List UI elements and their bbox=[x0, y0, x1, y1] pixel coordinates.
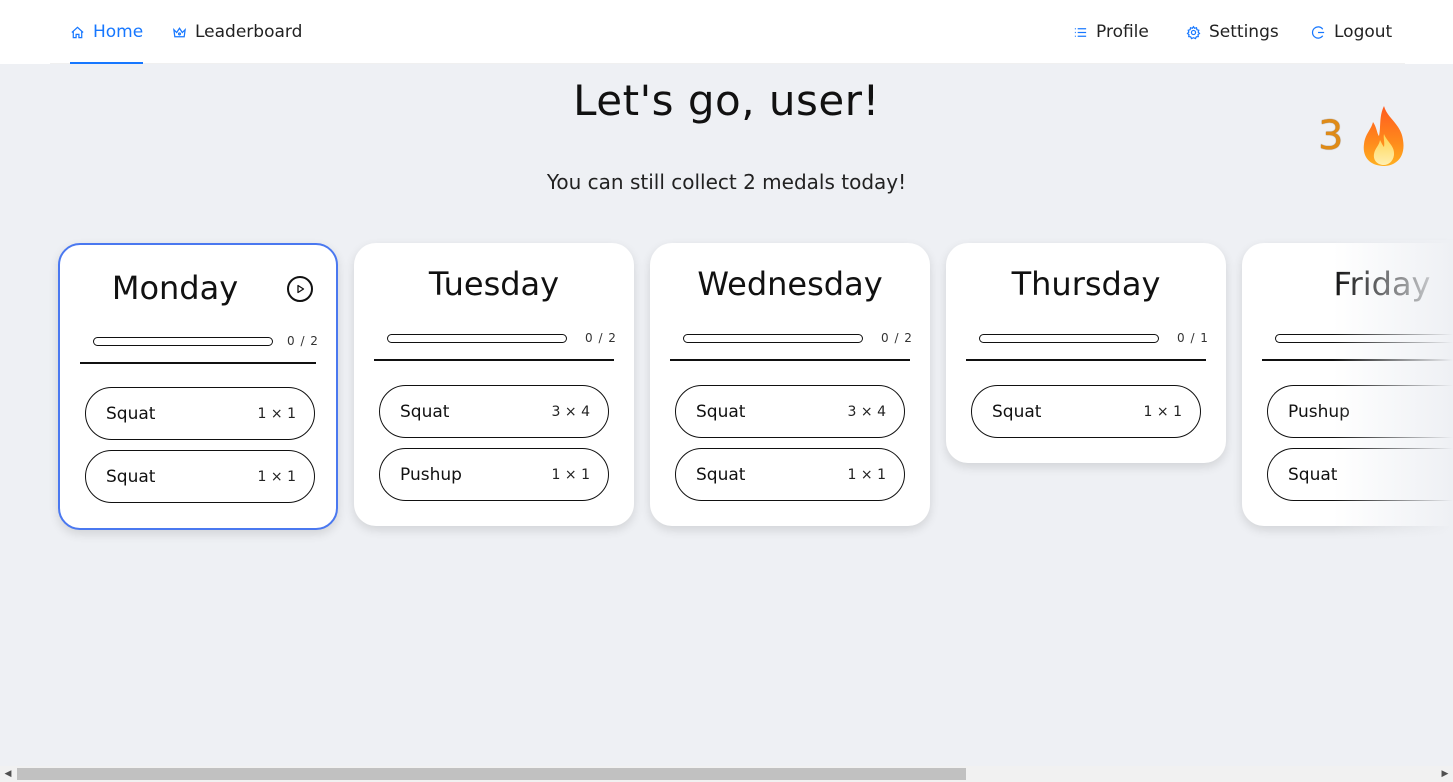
logout-icon bbox=[1311, 25, 1326, 40]
progress-text: 0 / 2 bbox=[585, 331, 617, 345]
exercise-sets: 1 × 1 bbox=[257, 405, 296, 422]
day-card-tuesday[interactable]: Tuesday 0 / 2 Squat 3 × 4 Pushup 1 × 1 bbox=[354, 243, 634, 526]
fire-icon bbox=[1364, 106, 1404, 166]
exercise-name: Squat bbox=[106, 466, 156, 487]
play-icon[interactable] bbox=[287, 276, 313, 302]
day-card-friday[interactable]: Friday Pushup Squat bbox=[1242, 243, 1453, 526]
nav-leaderboard[interactable]: Leaderboard bbox=[172, 0, 302, 64]
nav-home[interactable]: Home bbox=[70, 0, 144, 64]
nav-profile-label: Profile bbox=[1096, 22, 1149, 42]
exercise-item[interactable]: Squat 1 × 1 bbox=[675, 448, 905, 501]
day-title: Wednesday bbox=[697, 265, 883, 303]
day-card-thursday[interactable]: Thursday 0 / 1 Squat 1 × 1 bbox=[946, 243, 1226, 463]
exercise-item[interactable]: Squat 1 × 1 bbox=[85, 450, 315, 503]
exercise-item[interactable]: Squat 1 × 1 bbox=[971, 385, 1201, 438]
exercise-sets: 3 × 4 bbox=[551, 403, 590, 420]
exercise-name: Squat bbox=[106, 403, 156, 424]
exercise-item[interactable]: Squat 1 × 1 bbox=[85, 387, 315, 440]
exercise-item[interactable]: Squat 3 × 4 bbox=[379, 385, 609, 438]
exercise-sets: 3 × 4 bbox=[847, 403, 886, 420]
exercise-name: Squat bbox=[400, 401, 450, 422]
navbar-inner: Home Leaderboard Profile Settings Logout bbox=[50, 0, 1405, 64]
exercise-sets: 1 × 1 bbox=[847, 466, 886, 483]
day-card-monday[interactable]: Monday 0 / 2 Squat 1 × 1 Squat 1 × 1 bbox=[58, 243, 338, 530]
nav-settings-label: Settings bbox=[1209, 22, 1279, 42]
exercise-name: Squat bbox=[696, 401, 746, 422]
progress-text: 0 / 2 bbox=[287, 334, 319, 348]
progress-bar bbox=[979, 334, 1159, 343]
streak-counter: 3 bbox=[1318, 104, 1411, 168]
nav-profile[interactable]: Profile bbox=[1073, 0, 1149, 64]
progress-bar bbox=[387, 334, 567, 343]
card-divider bbox=[374, 359, 614, 361]
top-navbar: Home Leaderboard Profile Settings Logout bbox=[0, 0, 1453, 64]
exercise-name: Pushup bbox=[400, 464, 462, 485]
day-title: Thursday bbox=[1011, 265, 1161, 303]
crown-icon bbox=[172, 25, 187, 40]
home-icon bbox=[70, 25, 85, 40]
nav-logout[interactable]: Logout bbox=[1311, 0, 1392, 64]
card-divider bbox=[80, 362, 316, 364]
day-title: Friday bbox=[1333, 265, 1431, 303]
day-card-wednesday[interactable]: Wednesday 0 / 2 Squat 3 × 4 Squat 1 × 1 bbox=[650, 243, 930, 526]
card-divider bbox=[1262, 359, 1453, 361]
nav-home-label: Home bbox=[93, 22, 144, 42]
medals-subtitle: You can still collect 2 medals today! bbox=[546, 170, 907, 194]
card-divider bbox=[670, 359, 910, 361]
exercise-name: Squat bbox=[696, 464, 746, 485]
scroll-left-arrow-icon[interactable]: ◀ bbox=[0, 766, 16, 782]
exercise-item[interactable]: Squat bbox=[1267, 448, 1453, 501]
exercise-name: Squat bbox=[1288, 464, 1338, 485]
progress-bar bbox=[93, 337, 273, 346]
exercise-name: Squat bbox=[992, 401, 1042, 422]
exercise-item[interactable]: Pushup bbox=[1267, 385, 1453, 438]
scrollbar-thumb[interactable] bbox=[17, 768, 966, 780]
exercise-name: Pushup bbox=[1288, 401, 1350, 422]
progress-text: 0 / 2 bbox=[881, 331, 913, 345]
page-title: Let's go, user! bbox=[573, 76, 880, 125]
exercise-item[interactable]: Squat 3 × 4 bbox=[675, 385, 905, 438]
nav-leaderboard-label: Leaderboard bbox=[195, 22, 303, 42]
progress-bar bbox=[1275, 334, 1453, 343]
streak-count: 3 bbox=[1318, 113, 1344, 159]
nav-logout-label: Logout bbox=[1334, 22, 1393, 42]
progress-text: 0 / 1 bbox=[1177, 331, 1209, 345]
horizontal-scrollbar[interactable]: ◀ ▶ bbox=[0, 766, 1453, 782]
exercise-item[interactable]: Pushup 1 × 1 bbox=[379, 448, 609, 501]
weekday-cards: Monday 0 / 2 Squat 1 × 1 Squat 1 × 1 Tue… bbox=[0, 243, 1453, 543]
exercise-sets: 1 × 1 bbox=[1143, 403, 1182, 420]
nav-settings[interactable]: Settings bbox=[1186, 0, 1279, 64]
day-title: Tuesday bbox=[428, 265, 560, 303]
exercise-sets: 1 × 1 bbox=[551, 466, 590, 483]
scroll-right-arrow-icon[interactable]: ▶ bbox=[1437, 766, 1453, 782]
list-icon bbox=[1073, 25, 1088, 40]
exercise-sets: 1 × 1 bbox=[257, 468, 296, 485]
card-divider bbox=[966, 359, 1206, 361]
gear-icon bbox=[1186, 25, 1201, 40]
progress-bar bbox=[683, 334, 863, 343]
